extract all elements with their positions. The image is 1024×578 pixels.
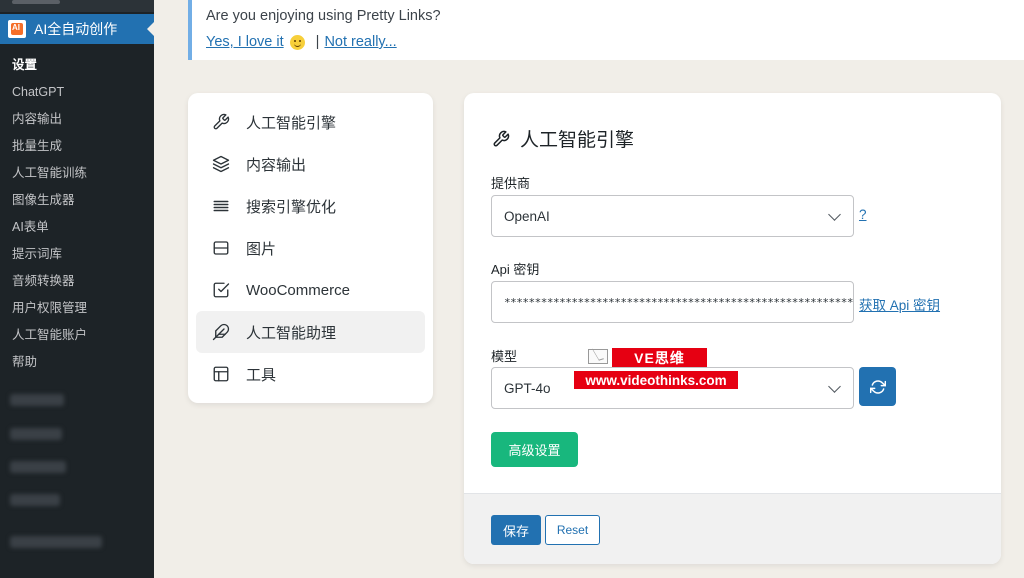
blurred-menu-item[interactable]: [10, 394, 64, 406]
wrench-icon: [493, 130, 510, 146]
api-key-input[interactable]: ****************************************…: [491, 281, 854, 323]
nav-label: WooCommerce: [246, 281, 350, 299]
api-key-label: Api 密钥: [491, 262, 540, 277]
plugin-logo-icon: [8, 20, 26, 38]
notice-separator: |: [315, 34, 320, 50]
provider-help-link[interactable]: ?: [859, 207, 867, 222]
nav-item-ai-engine[interactable]: 人工智能引擎: [196, 101, 425, 143]
nav-label: 图片: [246, 240, 277, 258]
provider-value: OpenAI: [504, 208, 550, 224]
refresh-icon: [869, 379, 886, 394]
nav-label: 内容输出: [246, 156, 307, 174]
sidebar-menu-item-cut[interactable]: [0, 0, 154, 12]
wrench-icon: [213, 113, 230, 130]
notice-yes-link[interactable]: Yes, I love it: [206, 34, 284, 50]
watermark-line1: VE思维: [612, 348, 707, 367]
notice-question: Are you enjoying using Pretty Links?: [206, 8, 441, 24]
feedback-notice: Are you enjoying using Pretty Links? Yes…: [188, 0, 1024, 60]
panel-title: 人工智能引擎: [492, 125, 634, 152]
blurred-menu-item[interactable]: [10, 428, 62, 440]
admin-sidebar: AI全自动创作 设置 ChatGPT 内容输出 批量生成 人工智能训练 图像生成…: [0, 0, 154, 578]
blurred-menu-item[interactable]: [10, 494, 60, 506]
panel-footer: 保存 Reset: [464, 493, 1001, 564]
submenu-help[interactable]: 帮助: [0, 349, 154, 376]
model-value: GPT-4o: [504, 380, 551, 396]
save-button[interactable]: 保存: [491, 515, 541, 545]
nav-label: 工具: [246, 366, 277, 384]
feather-icon: [212, 323, 230, 341]
submenu-user-permissions[interactable]: 用户权限管理: [0, 295, 154, 322]
sidebar-menu-ai-auto-create[interactable]: AI全自动创作: [0, 14, 154, 44]
submenu-bulk-generate[interactable]: 批量生成: [0, 133, 154, 160]
notice-links: Yes, I love it | Not really...: [206, 34, 397, 50]
model-label: 模型: [491, 349, 518, 364]
advanced-settings-button[interactable]: 高级设置: [491, 432, 578, 467]
submenu-audio-converter[interactable]: 音频转换器: [0, 268, 154, 295]
nav-item-content-output[interactable]: 内容输出: [196, 143, 425, 185]
sidebar-menu-label: AI全自动创作: [34, 21, 118, 37]
notice-no-link[interactable]: Not really...: [324, 34, 396, 50]
blurred-menu-item[interactable]: [10, 461, 66, 473]
panel-title-text: 人工智能引擎: [520, 130, 635, 151]
nav-item-seo[interactable]: 搜索引擎优化: [196, 185, 425, 227]
ai-engine-panel: 人工智能引擎 提供商 OpenAI ? Api 密钥 *************…: [464, 93, 1001, 564]
chevron-down-icon: [828, 380, 841, 393]
nav-label: 人工智能助理: [246, 324, 337, 342]
reset-button[interactable]: Reset: [545, 515, 600, 545]
submenu-content-output[interactable]: 内容输出: [0, 106, 154, 133]
nav-item-woocommerce[interactable]: WooCommerce: [196, 269, 425, 311]
nav-item-tools[interactable]: 工具: [196, 353, 425, 395]
nav-item-ai-assistant[interactable]: 人工智能助理: [196, 311, 425, 353]
provider-label: 提供商: [491, 176, 531, 191]
layers-icon: [212, 155, 230, 173]
provider-select[interactable]: OpenAI: [491, 195, 854, 237]
submenu-ai-forms[interactable]: AI表单: [0, 214, 154, 241]
sidebar-submenu: 设置 ChatGPT 内容输出 批量生成 人工智能训练 图像生成器 AI表单 提…: [0, 52, 154, 376]
image-box-icon: [213, 241, 229, 255]
nav-label: 人工智能引擎: [246, 114, 337, 132]
chevron-down-icon: [828, 208, 841, 221]
nav-label: 搜索引擎优化: [246, 198, 337, 216]
checkbox-icon: [213, 282, 230, 298]
submenu-settings[interactable]: 设置: [0, 52, 154, 79]
envelope-icon: [588, 349, 608, 364]
refresh-models-button[interactable]: [859, 367, 896, 406]
layout-icon: [213, 366, 229, 382]
submenu-image-generator[interactable]: 图像生成器: [0, 187, 154, 214]
submenu-prompt-library[interactable]: 提示词库: [0, 241, 154, 268]
smiley-icon: [289, 34, 305, 50]
nav-item-images[interactable]: 图片: [196, 227, 425, 269]
get-api-key-link[interactable]: 获取 Api 密钥: [859, 294, 940, 314]
watermark-line2: www.videothinks.com: [574, 371, 738, 389]
settings-nav: 人工智能引擎 内容输出 搜索引擎优化 图片 WooCommerce 人工智能助理…: [188, 93, 433, 403]
blurred-menu-item[interactable]: [10, 536, 102, 548]
submenu-chatgpt[interactable]: ChatGPT: [0, 79, 154, 106]
list-icon: [213, 200, 229, 212]
submenu-ai-training[interactable]: 人工智能训练: [0, 160, 154, 187]
submenu-ai-account[interactable]: 人工智能账户: [0, 322, 154, 349]
